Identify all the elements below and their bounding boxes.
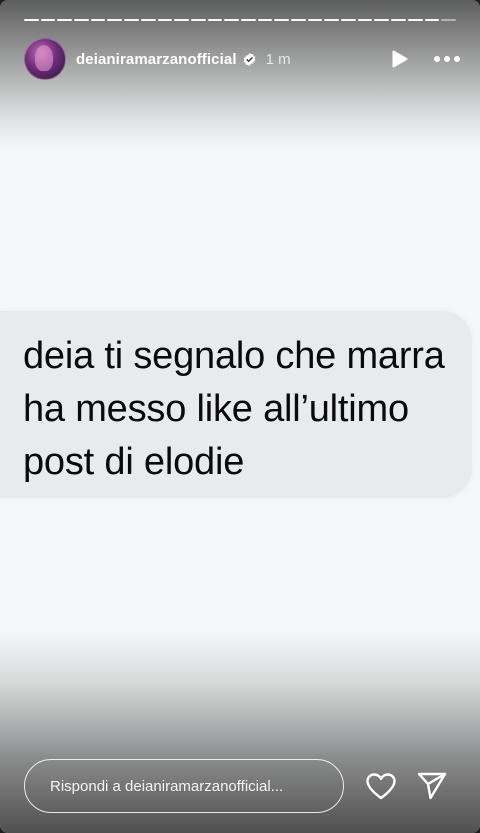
progress-segment xyxy=(107,19,123,21)
progress-segment xyxy=(157,19,173,21)
progress-segment xyxy=(174,19,189,21)
avatar[interactable] xyxy=(24,38,66,80)
progress-segment xyxy=(40,19,56,21)
verified-badge-icon xyxy=(242,52,257,67)
story-timestamp: 1 m xyxy=(265,50,291,68)
progress-segment xyxy=(274,19,289,21)
progress-segment xyxy=(291,19,306,21)
progress-segment xyxy=(357,19,373,21)
story-header: deianiramarzanofficial 1 m xyxy=(24,38,460,80)
heart-icon[interactable] xyxy=(366,772,396,800)
progress-segment xyxy=(24,19,39,21)
story-progress-bar xyxy=(24,19,456,21)
progress-segment xyxy=(341,19,356,21)
progress-segment xyxy=(207,19,223,21)
progress-segment xyxy=(190,19,206,21)
message-text: deia ti segnalo che marra ha messo like … xyxy=(23,330,478,489)
reply-placeholder: Rispondi a deianiramarzanofficial... xyxy=(50,777,284,795)
progress-segment xyxy=(74,19,89,21)
play-icon[interactable] xyxy=(391,50,408,68)
progress-segment xyxy=(90,19,106,21)
share-icon[interactable] xyxy=(417,772,447,800)
progress-segment xyxy=(441,19,456,21)
message-line: post di elodie xyxy=(23,441,245,483)
progress-segment xyxy=(407,19,423,21)
story-viewer[interactable]: deianiramarzanofficial 1 m deia ti segna… xyxy=(0,0,480,833)
progress-segment xyxy=(307,19,323,21)
progress-segment xyxy=(391,19,406,21)
reply-input[interactable]: Rispondi a deianiramarzanofficial... xyxy=(24,759,344,813)
progress-segment xyxy=(57,19,73,21)
progress-segment xyxy=(424,19,440,21)
progress-segment xyxy=(140,19,156,21)
progress-segment xyxy=(324,19,340,21)
progress-segment xyxy=(240,19,256,21)
message-line: ha messo like all’ultimo xyxy=(23,388,409,430)
progress-segment xyxy=(374,19,390,21)
progress-segment xyxy=(257,19,273,21)
more-options-icon[interactable] xyxy=(434,56,460,62)
progress-segment xyxy=(224,19,239,21)
username[interactable]: deianiramarzanofficial xyxy=(76,51,237,68)
message-line: deia ti segnalo che marra xyxy=(23,335,445,377)
progress-segment xyxy=(124,19,139,21)
